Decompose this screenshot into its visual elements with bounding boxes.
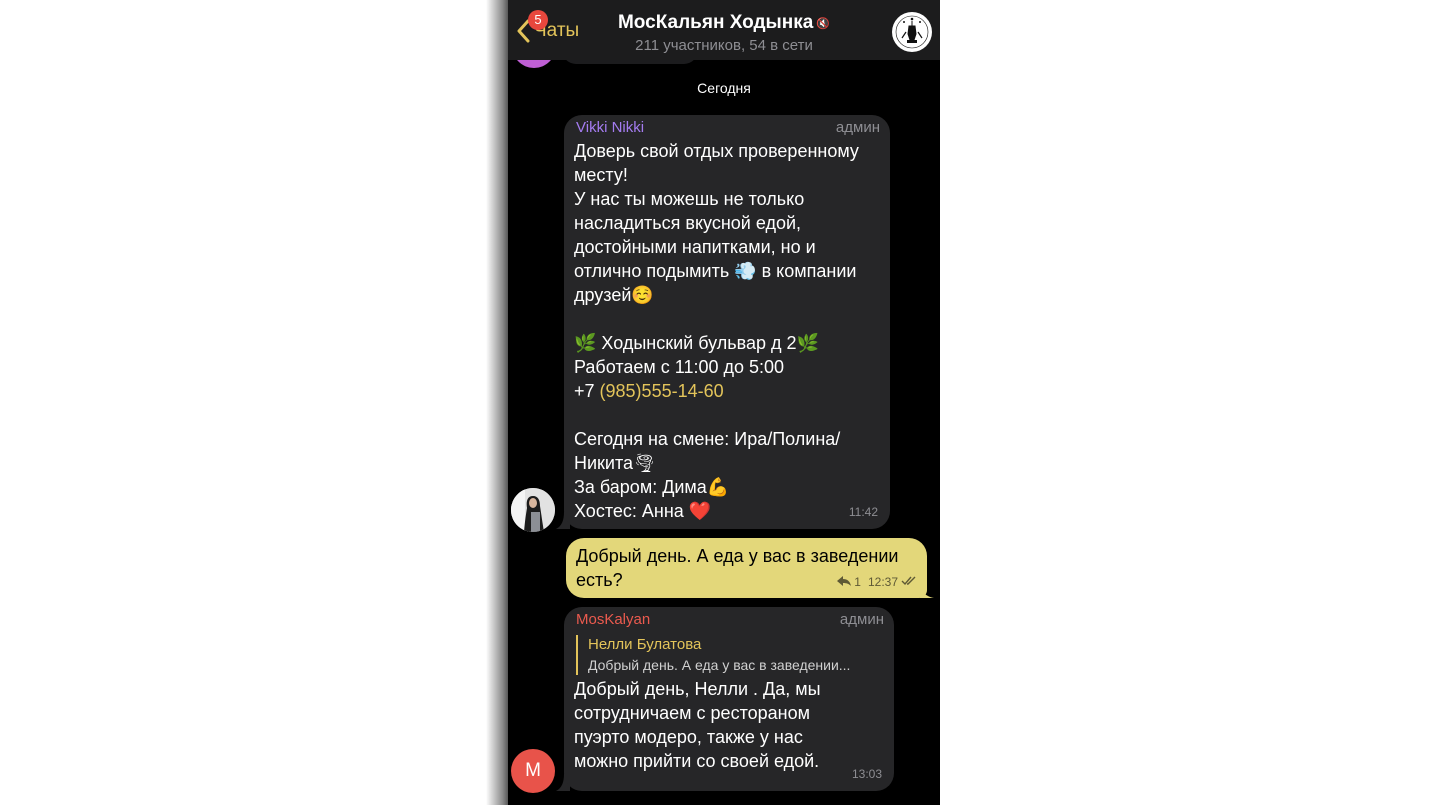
message-text: Доверь свой отдых проверенному месту! У …	[574, 139, 880, 523]
sender-name[interactable]: Vikki Nikki	[576, 116, 644, 140]
reply-count[interactable]: 1	[854, 570, 861, 594]
message-line: Доверь свой отдых проверенному	[574, 141, 859, 161]
message-line	[574, 403, 880, 427]
message-line: Никита🌪	[574, 453, 656, 473]
message-line: достойными напитками, но и	[574, 237, 816, 257]
phone-screen: Чаты 5 МосКальян Ходынка 🔇 211 участников…	[508, 0, 940, 805]
message-line: пуэрто модеро, также у нас	[574, 727, 803, 747]
kalyan-logo-icon	[893, 13, 931, 51]
chat-title: МосКальян Ходынка 🔇	[604, 12, 844, 34]
message-meta: 1 12:37	[837, 570, 917, 594]
reply-quote[interactable]: Нелли Булатова Добрый день. А еда у вас …	[576, 635, 884, 675]
message-header: Vikki Nikki админ	[576, 117, 880, 139]
unread-badge: 5	[528, 10, 548, 30]
group-avatar[interactable]	[892, 12, 932, 52]
message-line: Добрый день, Нелли . Да, мы	[574, 679, 821, 699]
moskalyan-avatar[interactable]: M	[511, 749, 555, 793]
message-line: Добрый день. А еда у вас в заведении	[576, 546, 899, 566]
message-header: MosKalyan админ	[576, 609, 884, 631]
phone-prefix: +7	[574, 381, 600, 401]
person-photo-icon	[511, 488, 555, 532]
chat-title-text: МосКальян Ходынка	[617, 12, 814, 33]
reply-author: Нелли Булатова	[588, 636, 702, 653]
outgoing-message-bubble[interactable]: Добрый день. А еда у вас в заведении ест…	[566, 538, 927, 598]
message-time: 11:42	[848, 505, 878, 519]
message-line: У нас ты можешь не только	[574, 189, 805, 209]
admin-label: админ	[839, 611, 884, 628]
muted-icon: 🔇	[816, 18, 831, 30]
phone-line: +7 (985)555-14-60	[574, 379, 880, 403]
message-line: месту!	[574, 165, 628, 185]
sender-avatar[interactable]	[511, 488, 555, 532]
message-line: можно прийти со своей едой.	[574, 751, 820, 771]
date-separator: Сегодня	[697, 80, 751, 96]
message-line: отлично подымить 💨 в компании	[574, 261, 857, 281]
phone-link[interactable]: (985)555-14-60	[600, 381, 724, 401]
message-bubble-vikki[interactable]: Vikki Nikki админ Доверь свой отдых пров…	[564, 115, 890, 529]
message-line: За баром: Дима💪	[574, 477, 730, 497]
reply-snippet: Добрый день. А еда у вас в заведении...	[588, 657, 851, 673]
message-line: Хостес: Анна ❤️	[574, 501, 712, 521]
message-line: друзей☺️	[574, 285, 654, 305]
message-bubble-moskalyan[interactable]: MosKalyan админ Нелли Булатова Добрый де…	[564, 607, 894, 791]
page-edge-shadow	[486, 0, 510, 805]
message-line: Сегодня на смене: Ира/Полина/	[574, 429, 841, 449]
reply-arrow-icon	[837, 570, 852, 594]
message-line	[574, 307, 880, 331]
admin-label: админ	[835, 119, 880, 136]
message-line: насладиться вкусной едой,	[574, 213, 802, 233]
sender-name[interactable]: MosKalyan	[576, 608, 650, 632]
double-check-icon	[901, 570, 917, 594]
message-line: сотрудничаем с рестораном	[574, 703, 810, 723]
message-line: 🌿 Ходынский бульвар д 2🌿	[574, 333, 819, 353]
chat-title-area[interactable]: МосКальян Ходынка 🔇 211 участников, 54 в …	[604, 12, 844, 54]
message-time: 13:03	[851, 767, 882, 781]
chat-subtitle: 211 участников, 54 в сети	[635, 37, 813, 54]
chat-header: Чаты 5 МосКальян Ходынка 🔇 211 участников…	[508, 0, 940, 60]
message-line: Работаем с 11:00 до 5:00	[574, 357, 785, 377]
message-time: 12:37	[867, 575, 898, 589]
